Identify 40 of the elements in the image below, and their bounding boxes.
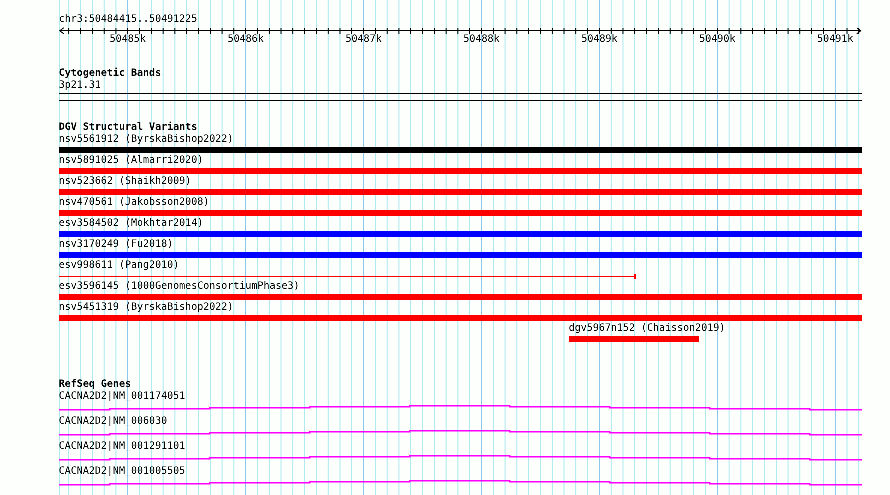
location-label: chr3:50484415..50491225 bbox=[59, 14, 198, 26]
variant-bar[interactable] bbox=[569, 336, 699, 342]
variant-bar[interactable] bbox=[59, 210, 862, 216]
ruler-tick-label: 50486k bbox=[228, 34, 264, 46]
gene-model-line[interactable] bbox=[59, 404, 862, 412]
ruler-tick-label: 50488k bbox=[464, 34, 500, 46]
variant-label: nsv5891025 (Almarri2020) bbox=[59, 155, 204, 167]
variant-label: nsv3170249 (Fu2018) bbox=[59, 239, 174, 251]
track-title: RefSeq Genes bbox=[59, 379, 132, 391]
ruler-tick-label: 50487k bbox=[346, 34, 382, 46]
gene-model-line[interactable] bbox=[59, 429, 862, 437]
variant-bar[interactable] bbox=[59, 189, 862, 195]
variant-bar[interactable] bbox=[59, 252, 862, 258]
variant-label: nsv523662 (Shaikh2009) bbox=[59, 176, 192, 188]
variant-bar[interactable] bbox=[59, 147, 862, 153]
gene-model-line[interactable] bbox=[59, 454, 862, 462]
variant-label: esv998611 (Pang2010) bbox=[59, 260, 180, 272]
ruler-tick-label: 50491k bbox=[817, 34, 854, 46]
variant-label: nsv470561 (Jakobsson2008) bbox=[59, 197, 210, 209]
variant-bar[interactable] bbox=[59, 315, 862, 321]
variant-label: esv3584502 (Mokhtar2014) bbox=[59, 218, 204, 230]
gene-label: CACNA2D2|NM_001005505 bbox=[59, 466, 186, 478]
variant-label: dgv5967n152 (Chaisson2019) bbox=[569, 323, 726, 335]
variant-label: nsv5561912 (ByrskaBishop2022) bbox=[59, 134, 234, 146]
gene-model-line[interactable] bbox=[59, 479, 862, 487]
gene-label: CACNA2D2|NM_006030 bbox=[59, 416, 168, 428]
variant-bar[interactable] bbox=[59, 168, 862, 174]
ruler-tick-label: 50490k bbox=[699, 34, 736, 46]
track-title: DGV Structural Variants bbox=[59, 122, 198, 134]
gene-label: CACNA2D2|NM_001174051 bbox=[59, 391, 186, 403]
track-title: Cytogenetic Bands bbox=[59, 68, 162, 80]
ruler-tick-label: 50489k bbox=[582, 34, 618, 46]
gene-label: CACNA2D2|NM_001291101 bbox=[59, 441, 186, 453]
variant-bar[interactable] bbox=[59, 294, 862, 300]
band-label: 3p21.31 bbox=[59, 80, 102, 92]
cytoband[interactable] bbox=[59, 93, 862, 101]
variant-label: nsv5451319 (ByrskaBishop2022) bbox=[59, 302, 234, 314]
variant-bar[interactable] bbox=[59, 231, 862, 237]
variant-label: esv3596145 (1000GenomesConsortiumPhase3) bbox=[59, 281, 300, 293]
ruler-tick-label: 50485k bbox=[110, 34, 146, 46]
